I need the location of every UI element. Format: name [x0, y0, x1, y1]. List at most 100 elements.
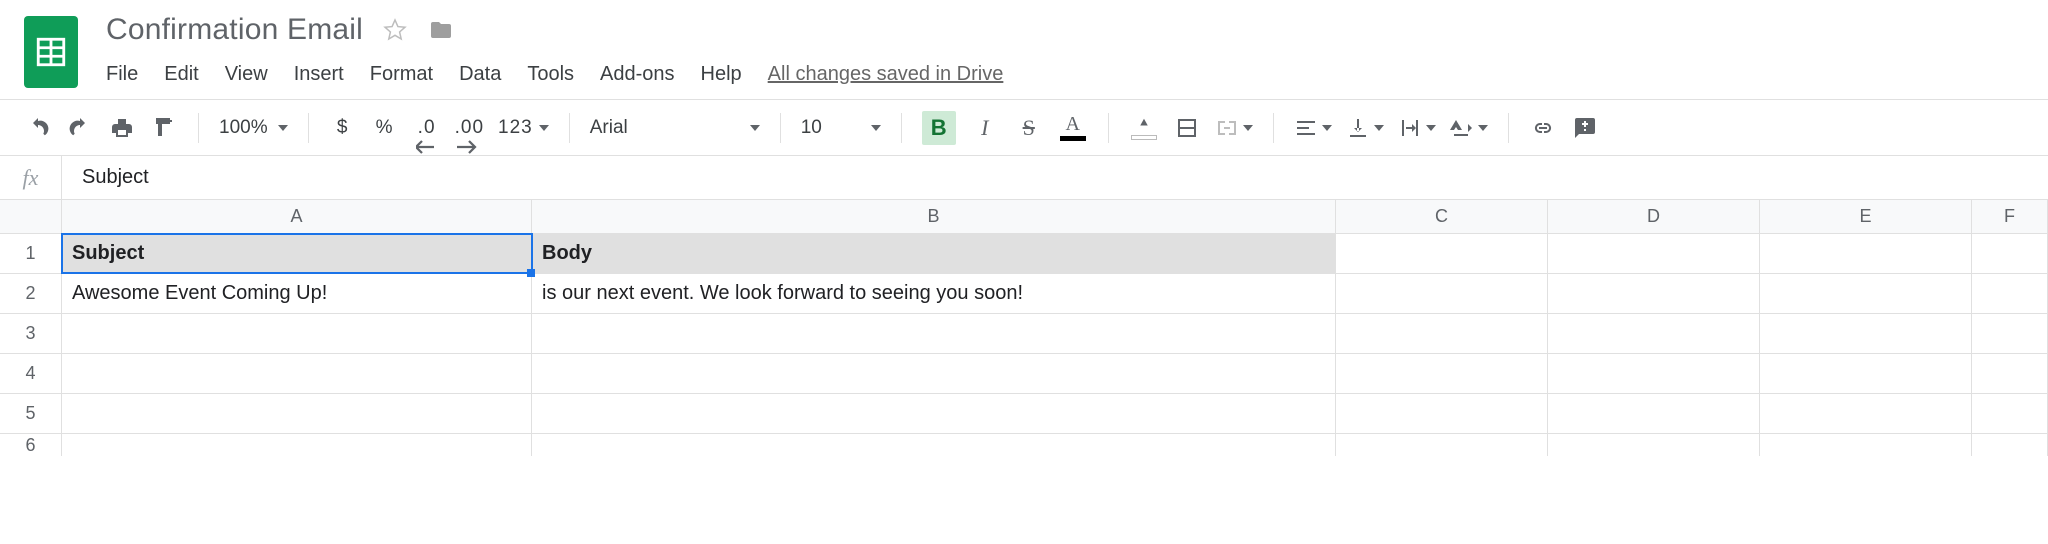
menu-tools[interactable]: Tools	[527, 63, 574, 86]
decrease-decimals-button[interactable]: .0	[413, 110, 441, 146]
menu-addons[interactable]: Add-ons	[600, 63, 675, 86]
cell-D2[interactable]	[1548, 274, 1760, 313]
menu-bar: File Edit View Insert Format Data Tools …	[106, 54, 1003, 94]
text-color-button[interactable]: A	[1058, 114, 1088, 141]
menu-edit[interactable]: Edit	[164, 63, 198, 86]
star-icon[interactable]	[381, 16, 409, 44]
row-2: 2 Awesome Event Coming Up! is our next e…	[0, 274, 2048, 314]
column-header-C[interactable]: C	[1336, 200, 1548, 233]
vertical-align-button[interactable]	[1346, 110, 1384, 146]
formula-content[interactable]: Subject	[62, 166, 149, 189]
column-header-A[interactable]: A	[62, 200, 532, 233]
font-picker[interactable]: Arial	[590, 117, 760, 139]
row-header-3[interactable]: 3	[0, 314, 62, 353]
cell-F5[interactable]	[1972, 394, 2048, 433]
menu-data[interactable]: Data	[459, 63, 501, 86]
column-header-E[interactable]: E	[1760, 200, 1972, 233]
zoom-picker[interactable]: 100%	[219, 117, 288, 139]
text-color-bar	[1060, 136, 1086, 141]
bold-button[interactable]: B	[922, 111, 956, 145]
strikethrough-button[interactable]: S	[1014, 111, 1044, 145]
cell-D3[interactable]	[1548, 314, 1760, 353]
cell-E3[interactable]	[1760, 314, 1972, 353]
cell-C6[interactable]	[1336, 434, 1548, 456]
horizontal-align-button[interactable]	[1294, 110, 1332, 146]
move-folder-icon[interactable]	[427, 16, 455, 44]
column-header-B[interactable]: B	[532, 200, 1336, 233]
sheets-app-icon	[24, 16, 78, 88]
font-size-picker[interactable]: 10	[801, 117, 881, 139]
cell-B5[interactable]	[532, 394, 1336, 433]
cell-F4[interactable]	[1972, 354, 2048, 393]
cell-F1[interactable]	[1972, 234, 2048, 273]
cell-C3[interactable]	[1336, 314, 1548, 353]
cell-A3[interactable]	[62, 314, 532, 353]
cell-D4[interactable]	[1548, 354, 1760, 393]
menu-insert[interactable]: Insert	[294, 63, 344, 86]
cell-E2[interactable]	[1760, 274, 1972, 313]
cell-D5[interactable]	[1548, 394, 1760, 433]
cell-C5[interactable]	[1336, 394, 1548, 433]
cell-F3[interactable]	[1972, 314, 2048, 353]
undo-icon[interactable]	[24, 110, 52, 146]
column-header-F[interactable]: F	[1972, 200, 2048, 233]
app-header: Confirmation Email File Edit View Insert…	[0, 0, 2048, 100]
row-header-5[interactable]: 5	[0, 394, 62, 433]
fill-color-bar	[1131, 135, 1157, 140]
cell-A4[interactable]	[62, 354, 532, 393]
zoom-value: 100%	[219, 117, 268, 139]
cell-A6[interactable]	[62, 434, 532, 456]
menu-file[interactable]: File	[106, 63, 138, 86]
formula-bar: fx Subject	[0, 156, 2048, 200]
insert-comment-button[interactable]	[1571, 110, 1599, 146]
row-header-4[interactable]: 4	[0, 354, 62, 393]
chevron-down-icon	[278, 125, 288, 131]
text-wrap-button[interactable]	[1398, 110, 1436, 146]
italic-button[interactable]: I	[970, 111, 1000, 145]
text-rotation-button[interactable]	[1450, 110, 1488, 146]
borders-button[interactable]	[1173, 110, 1201, 146]
redo-icon[interactable]	[66, 110, 94, 146]
fill-color-button[interactable]	[1129, 115, 1159, 140]
menu-format[interactable]: Format	[370, 63, 433, 86]
row-header-1[interactable]: 1	[0, 234, 62, 273]
cell-D1[interactable]	[1548, 234, 1760, 273]
merge-cells-button[interactable]	[1215, 110, 1253, 146]
cell-A1[interactable]: Subject	[62, 234, 532, 273]
insert-link-button[interactable]	[1529, 110, 1557, 146]
cell-B6[interactable]	[532, 434, 1336, 456]
cell-B3[interactable]	[532, 314, 1336, 353]
cell-C2[interactable]	[1336, 274, 1548, 313]
cell-E4[interactable]	[1760, 354, 1972, 393]
save-status[interactable]: All changes saved in Drive	[768, 63, 1004, 86]
increase-decimals-button[interactable]: .00	[455, 110, 484, 146]
cell-F6[interactable]	[1972, 434, 2048, 456]
currency-button[interactable]: $	[329, 110, 357, 146]
cell-E5[interactable]	[1760, 394, 1972, 433]
column-header-D[interactable]: D	[1548, 200, 1760, 233]
cell-D6[interactable]	[1548, 434, 1760, 456]
row-header-2[interactable]: 2	[0, 274, 62, 313]
print-icon[interactable]	[108, 110, 136, 146]
cell-B2[interactable]: is our next event. We look forward to se…	[532, 274, 1336, 313]
cell-A5[interactable]	[62, 394, 532, 433]
paint-format-icon[interactable]	[150, 110, 178, 146]
row-header-6[interactable]: 6	[0, 434, 62, 456]
cell-B4[interactable]	[532, 354, 1336, 393]
cell-F2[interactable]	[1972, 274, 2048, 313]
document-title[interactable]: Confirmation Email	[106, 13, 363, 47]
separator	[1108, 113, 1109, 143]
cell-A2[interactable]: Awesome Event Coming Up!	[62, 274, 532, 313]
percent-button[interactable]: %	[371, 110, 399, 146]
menu-help[interactable]: Help	[701, 63, 742, 86]
chevron-down-icon	[750, 125, 760, 131]
cell-C4[interactable]	[1336, 354, 1548, 393]
menu-view[interactable]: View	[225, 63, 268, 86]
number-format-picker[interactable]: 123	[498, 110, 549, 146]
font-size-value: 10	[801, 117, 822, 139]
cell-B1[interactable]: Body	[532, 234, 1336, 273]
cell-E6[interactable]	[1760, 434, 1972, 456]
cell-E1[interactable]	[1760, 234, 1972, 273]
select-all-corner[interactable]	[0, 200, 62, 233]
cell-C1[interactable]	[1336, 234, 1548, 273]
